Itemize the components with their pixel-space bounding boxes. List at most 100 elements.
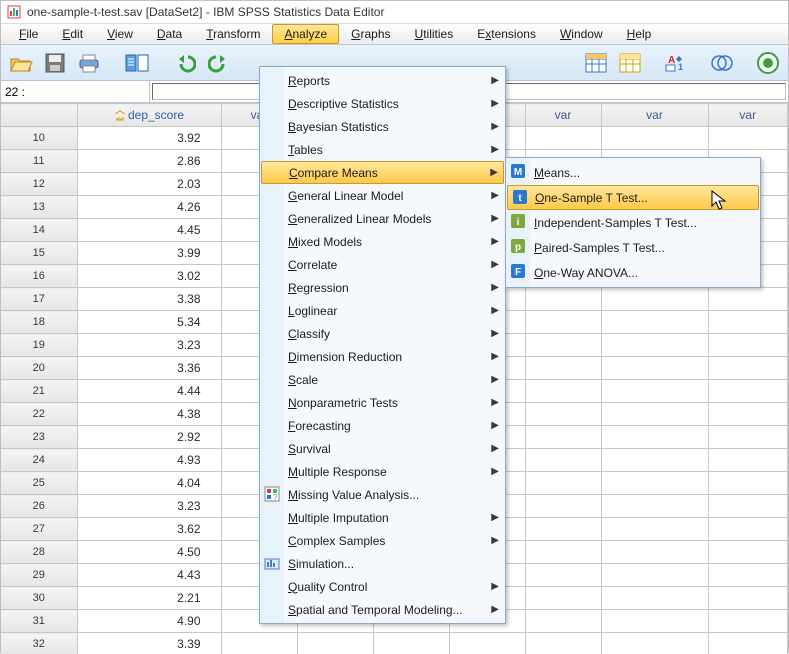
- save-button[interactable]: [41, 49, 69, 77]
- add-button[interactable]: [754, 49, 782, 77]
- empty-cell[interactable]: [525, 334, 601, 357]
- empty-cell[interactable]: [525, 449, 601, 472]
- empty-cell[interactable]: [601, 403, 708, 426]
- menu-item-classify[interactable]: Classify▶: [260, 322, 505, 345]
- row-header[interactable]: 17: [1, 288, 77, 311]
- empty-cell[interactable]: [449, 633, 525, 654]
- menu-item-correlate[interactable]: Correlate▶: [260, 253, 505, 276]
- column-header-var[interactable]: var: [601, 104, 708, 127]
- menu-graphs[interactable]: Graphs: [339, 24, 402, 44]
- empty-cell[interactable]: [708, 357, 788, 380]
- data-cell[interactable]: 4.38: [77, 403, 221, 426]
- data-cell[interactable]: 2.03: [77, 173, 221, 196]
- menu-help[interactable]: Help: [615, 24, 664, 44]
- empty-cell[interactable]: [373, 633, 449, 654]
- empty-cell[interactable]: [708, 127, 788, 150]
- menu-item-survival[interactable]: Survival▶: [260, 437, 505, 460]
- menu-item-complex-samples[interactable]: Complex Samples▶: [260, 529, 505, 552]
- data-cell[interactable]: 4.43: [77, 564, 221, 587]
- empty-cell[interactable]: [708, 633, 788, 654]
- column-header-dep_score[interactable]: dep_score: [77, 104, 221, 127]
- row-header[interactable]: 16: [1, 265, 77, 288]
- menu-item-dimension-reduction[interactable]: Dimension Reduction▶: [260, 345, 505, 368]
- data-cell[interactable]: 3.99: [77, 242, 221, 265]
- empty-cell[interactable]: [525, 587, 601, 610]
- menu-edit[interactable]: Edit: [50, 24, 95, 44]
- empty-cell[interactable]: [601, 127, 708, 150]
- menu-item-scale[interactable]: Scale▶: [260, 368, 505, 391]
- empty-cell[interactable]: [601, 564, 708, 587]
- row-header[interactable]: 12: [1, 173, 77, 196]
- menu-item-quality-control[interactable]: Quality Control▶: [260, 575, 505, 598]
- data-cell[interactable]: 5.34: [77, 311, 221, 334]
- menu-item-loglinear[interactable]: Loglinear▶: [260, 299, 505, 322]
- submenu-item-one-way-anova[interactable]: FOne-Way ANOVA...: [506, 260, 760, 285]
- empty-cell[interactable]: [708, 587, 788, 610]
- menu-analyze[interactable]: Analyze: [272, 24, 339, 44]
- row-header[interactable]: 24: [1, 449, 77, 472]
- row-header[interactable]: 26: [1, 495, 77, 518]
- empty-cell[interactable]: [525, 380, 601, 403]
- menu-item-mixed-models[interactable]: Mixed Models▶: [260, 230, 505, 253]
- undo-button[interactable]: [171, 49, 199, 77]
- menu-extensions[interactable]: Extensions: [465, 24, 548, 44]
- menu-item-multiple-imputation[interactable]: Multiple Imputation▶: [260, 506, 505, 529]
- empty-cell[interactable]: [601, 380, 708, 403]
- menu-item-nonparametric-tests[interactable]: Nonparametric Tests▶: [260, 391, 505, 414]
- empty-cell[interactable]: [601, 449, 708, 472]
- row-header[interactable]: 21: [1, 380, 77, 403]
- row-header[interactable]: 22: [1, 403, 77, 426]
- data-cell[interactable]: 2.92: [77, 426, 221, 449]
- empty-cell[interactable]: [708, 311, 788, 334]
- grid1-button[interactable]: [582, 49, 610, 77]
- row-header[interactable]: 32: [1, 633, 77, 654]
- empty-cell[interactable]: [708, 288, 788, 311]
- data-cell[interactable]: 3.36: [77, 357, 221, 380]
- empty-cell[interactable]: [525, 311, 601, 334]
- menu-item-multiple-response[interactable]: Multiple Response▶: [260, 460, 505, 483]
- sets-button[interactable]: [708, 49, 736, 77]
- empty-cell[interactable]: [601, 541, 708, 564]
- empty-cell[interactable]: [708, 380, 788, 403]
- row-header[interactable]: 31: [1, 610, 77, 633]
- empty-cell[interactable]: [601, 518, 708, 541]
- empty-cell[interactable]: [708, 403, 788, 426]
- empty-cell[interactable]: [525, 633, 601, 654]
- empty-cell[interactable]: [525, 541, 601, 564]
- empty-cell[interactable]: [601, 633, 708, 654]
- menu-data[interactable]: Data: [145, 24, 194, 44]
- submenu-item-one-sample-t-test[interactable]: tOne-Sample T Test...: [507, 185, 759, 210]
- empty-cell[interactable]: [601, 587, 708, 610]
- row-header[interactable]: 27: [1, 518, 77, 541]
- empty-cell[interactable]: [601, 311, 708, 334]
- row-header[interactable]: 30: [1, 587, 77, 610]
- submenu-item-paired-samples-t-test[interactable]: pPaired-Samples T Test...: [506, 235, 760, 260]
- empty-cell[interactable]: [601, 288, 708, 311]
- menu-item-forecasting[interactable]: Forecasting▶: [260, 414, 505, 437]
- empty-cell[interactable]: [525, 472, 601, 495]
- empty-cell[interactable]: [708, 449, 788, 472]
- data-cell[interactable]: 3.62: [77, 518, 221, 541]
- empty-cell[interactable]: [708, 518, 788, 541]
- data-cell[interactable]: 3.38: [77, 288, 221, 311]
- empty-cell[interactable]: [525, 357, 601, 380]
- empty-cell[interactable]: [708, 426, 788, 449]
- submenu-item-means[interactable]: MMeans...: [506, 160, 760, 185]
- row-header[interactable]: 13: [1, 196, 77, 219]
- data-cell[interactable]: 4.50: [77, 541, 221, 564]
- row-header[interactable]: 15: [1, 242, 77, 265]
- column-header-var[interactable]: var: [525, 104, 601, 127]
- menu-item-bayesian-statistics[interactable]: Bayesian Statistics▶: [260, 115, 505, 138]
- menu-item-descriptive-statistics[interactable]: Descriptive Statistics▶: [260, 92, 505, 115]
- data-cell[interactable]: 3.23: [77, 495, 221, 518]
- row-header[interactable]: 25: [1, 472, 77, 495]
- column-header-var[interactable]: var: [708, 104, 788, 127]
- empty-cell[interactable]: [601, 334, 708, 357]
- row-header[interactable]: 11: [1, 150, 77, 173]
- print-button[interactable]: [75, 49, 103, 77]
- menu-item-reports[interactable]: Reports▶: [260, 69, 505, 92]
- empty-cell[interactable]: [525, 564, 601, 587]
- empty-cell[interactable]: [221, 633, 297, 654]
- menu-item-regression[interactable]: Regression▶: [260, 276, 505, 299]
- row-header[interactable]: 18: [1, 311, 77, 334]
